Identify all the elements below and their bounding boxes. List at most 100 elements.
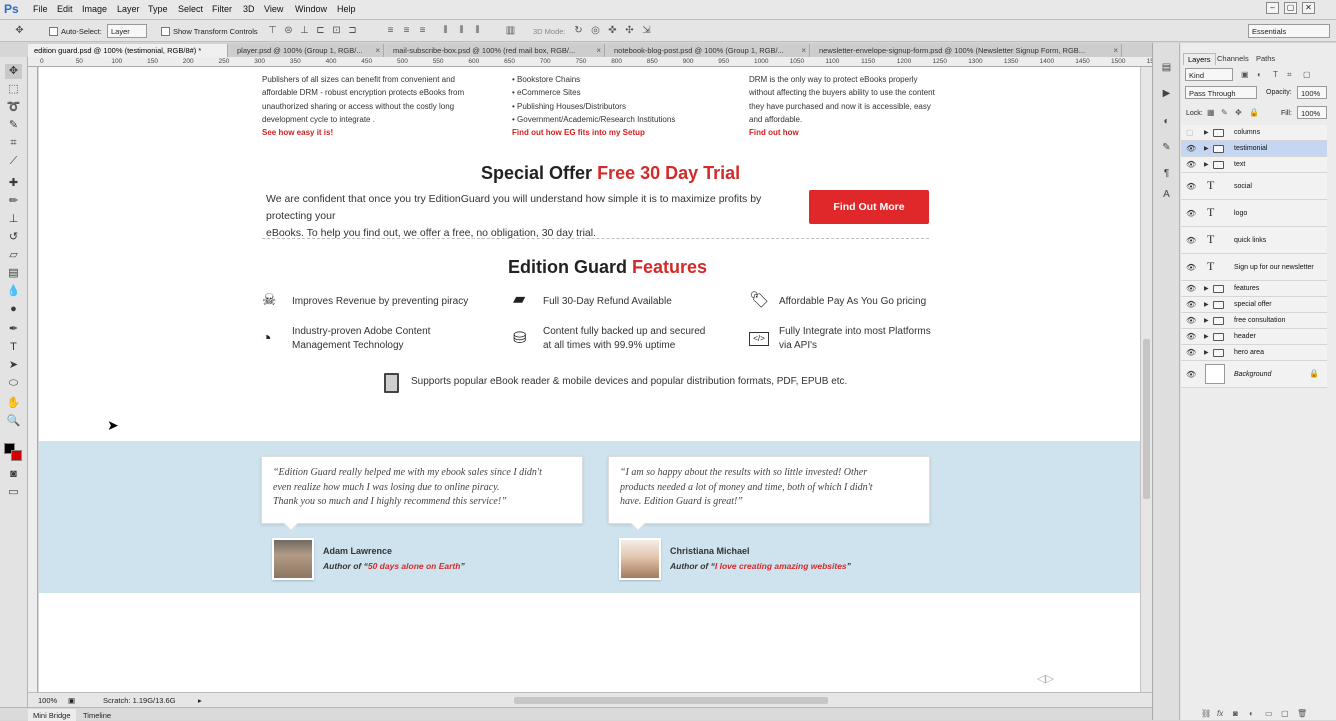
- background-color-swatch[interactable]: [11, 450, 22, 461]
- expand-caret-icon[interactable]: ▶: [1204, 285, 1209, 292]
- quick-mask-icon[interactable]: ◙: [5, 467, 22, 482]
- 3d-scale-icon[interactable]: ⇲: [641, 25, 652, 36]
- status-arrow-icon[interactable]: ▸: [198, 696, 202, 705]
- paragraph-panel-icon[interactable]: ¶: [1160, 167, 1173, 180]
- eye-icon[interactable]: 👁: [1186, 316, 1196, 325]
- tab-close-icon[interactable]: ×: [1113, 46, 1118, 55]
- align-left-icon[interactable]: ⊏: [315, 25, 326, 36]
- expand-caret-icon[interactable]: ▶: [1204, 145, 1209, 152]
- 3d-roll-icon[interactable]: ◎: [590, 25, 601, 36]
- layer-row-hero-area[interactable]: 👁 ▶ hero area: [1181, 345, 1327, 361]
- hand-tool-icon[interactable]: ✋: [5, 396, 22, 411]
- screen-mode-icon[interactable]: ▭: [5, 485, 22, 500]
- eye-icon[interactable]: 👁: [1186, 236, 1196, 245]
- menu-window[interactable]: Window: [295, 4, 327, 14]
- tab-notebook-blog-post[interactable]: notebook-blog-post.psd @ 100% (Group 1, …: [608, 44, 810, 57]
- maximize-button[interactable]: ▢: [1284, 2, 1297, 14]
- filter-adjustment-icon[interactable]: ◐: [1257, 70, 1262, 79]
- clone-stamp-tool-icon[interactable]: ⊥: [5, 212, 22, 227]
- eye-icon[interactable]: 👁: [1186, 182, 1196, 191]
- layer-row-special-offer[interactable]: 👁 ▶ special offer: [1181, 297, 1327, 313]
- tab-newsletter-envelope[interactable]: newsletter-envelope-signup-form.psd @ 10…: [813, 44, 1122, 57]
- distribute-vcenter-icon[interactable]: ≡: [401, 25, 412, 36]
- blur-tool-icon[interactable]: 💧: [5, 284, 22, 299]
- eye-icon[interactable]: 👁: [1186, 348, 1196, 357]
- document-canvas[interactable]: Publishers of all sizes can benefit from…: [39, 67, 1140, 692]
- menu-3d[interactable]: 3D: [243, 4, 255, 14]
- fill-field[interactable]: 100%: [1297, 106, 1327, 119]
- shape-tool-icon[interactable]: ⬭: [5, 376, 22, 391]
- visibility-toggle[interactable]: ▢: [1186, 128, 1194, 137]
- menu-type[interactable]: Type: [148, 4, 168, 14]
- auto-align-icon[interactable]: ▥: [505, 25, 516, 36]
- add-mask-icon[interactable]: ◙: [1233, 709, 1238, 718]
- filter-shape-icon[interactable]: ⌗: [1287, 70, 1292, 80]
- lock-all-icon[interactable]: 🔒: [1249, 108, 1259, 117]
- layer-row-testimonial[interactable]: 👁 ▶ testimonial: [1181, 141, 1327, 157]
- 3d-pan-icon[interactable]: ✜: [607, 25, 618, 36]
- 3d-slide-icon[interactable]: ✣: [624, 25, 635, 36]
- layer-row-free-consultation[interactable]: 👁 ▶ free consultation: [1181, 313, 1327, 329]
- brush-tool-icon[interactable]: ✏: [5, 194, 22, 209]
- eye-icon[interactable]: 👁: [1186, 370, 1196, 379]
- workspace-dropdown[interactable]: Essentials: [1248, 24, 1330, 38]
- tab-paths[interactable]: Paths: [1252, 53, 1279, 64]
- healing-brush-tool-icon[interactable]: ✚: [5, 176, 22, 191]
- layer-row-signup[interactable]: 👁 T Sign up for our newsletter: [1181, 254, 1327, 281]
- tab-edition-guard[interactable]: edition guard.psd @ 100% (testimonial, R…: [28, 44, 228, 57]
- zoom-tool-icon[interactable]: 🔍: [5, 414, 22, 429]
- tab-close-icon[interactable]: ×: [596, 46, 601, 55]
- tab-close-icon[interactable]: ×: [375, 46, 380, 55]
- lock-position-icon[interactable]: ✥: [1235, 108, 1242, 117]
- layer-row-columns[interactable]: ▢ ▶ columns: [1181, 125, 1327, 141]
- adjustments-panel-icon[interactable]: ◐: [1160, 115, 1173, 128]
- close-window-button[interactable]: ✕: [1302, 2, 1315, 14]
- align-bottom-icon[interactable]: ⊥: [299, 25, 310, 36]
- layer-row-social[interactable]: 👁 T social: [1181, 173, 1327, 200]
- menu-image[interactable]: Image: [82, 4, 107, 14]
- blend-mode-dropdown[interactable]: Pass Through: [1185, 86, 1257, 99]
- auto-select-checkbox[interactable]: [49, 27, 58, 36]
- auto-select-dropdown[interactable]: Layer: [107, 24, 147, 38]
- align-right-icon[interactable]: ⊐: [347, 25, 358, 36]
- lasso-tool-icon[interactable]: ➰: [5, 100, 22, 115]
- transform-controls-checkbox[interactable]: [161, 27, 170, 36]
- find-out-more-button[interactable]: Find Out More: [809, 190, 929, 224]
- menu-layer[interactable]: Layer: [117, 4, 140, 14]
- move-tool-icon[interactable]: ✥: [5, 64, 22, 79]
- expand-caret-icon[interactable]: ▶: [1204, 333, 1209, 340]
- expand-caret-icon[interactable]: ▶: [1204, 301, 1209, 308]
- lock-pixels-icon[interactable]: ✎: [1221, 108, 1228, 117]
- layer-row-features[interactable]: 👁 ▶ features: [1181, 281, 1327, 297]
- eyedropper-tool-icon[interactable]: ⟋: [5, 154, 22, 169]
- eraser-tool-icon[interactable]: ▱: [5, 248, 22, 263]
- gradient-tool-icon[interactable]: ▤: [5, 266, 22, 281]
- history-brush-tool-icon[interactable]: ↺: [5, 230, 22, 245]
- eye-icon[interactable]: 👁: [1186, 300, 1196, 309]
- menu-filter[interactable]: Filter: [212, 4, 232, 14]
- dodge-tool-icon[interactable]: ●: [5, 302, 22, 317]
- tab-mini-bridge[interactable]: Mini Bridge: [28, 709, 76, 721]
- horizontal-scroll-thumb[interactable]: [514, 697, 828, 704]
- menu-select[interactable]: Select: [178, 4, 203, 14]
- layer-style-fx-icon[interactable]: fx: [1217, 709, 1223, 718]
- distribute-top-icon[interactable]: ≡: [385, 25, 396, 36]
- delete-layer-icon[interactable]: 🗑: [1297, 709, 1307, 718]
- vertical-scrollbar[interactable]: [1140, 67, 1152, 692]
- align-top-icon[interactable]: ⊤: [267, 25, 278, 36]
- tab-player[interactable]: player.psd @ 100% (Group 1, RGB/... ×: [231, 44, 384, 57]
- history-panel-icon[interactable]: ▤: [1160, 61, 1173, 74]
- menu-file[interactable]: File: [33, 4, 48, 14]
- layer-row-logo[interactable]: 👁 T logo: [1181, 200, 1327, 227]
- layer-row-header[interactable]: 👁 ▶ header: [1181, 329, 1327, 345]
- layer-row-background[interactable]: 👁 Background 🔒: [1181, 361, 1327, 388]
- 3d-rotate-icon[interactable]: ↻: [573, 25, 584, 36]
- character-panel-icon[interactable]: A: [1160, 188, 1173, 201]
- align-hcenter-icon[interactable]: ⊡: [331, 25, 342, 36]
- find-out-setup-link[interactable]: Find out how EG fits into my Setup: [512, 128, 645, 137]
- zoom-level[interactable]: 100%: [38, 696, 57, 705]
- distribute-left-icon[interactable]: ⦀: [440, 25, 451, 36]
- tab-close-icon[interactable]: ×: [801, 46, 806, 55]
- tab-layers[interactable]: Layers: [1183, 53, 1216, 65]
- path-selection-tool-icon[interactable]: ➤: [5, 358, 22, 373]
